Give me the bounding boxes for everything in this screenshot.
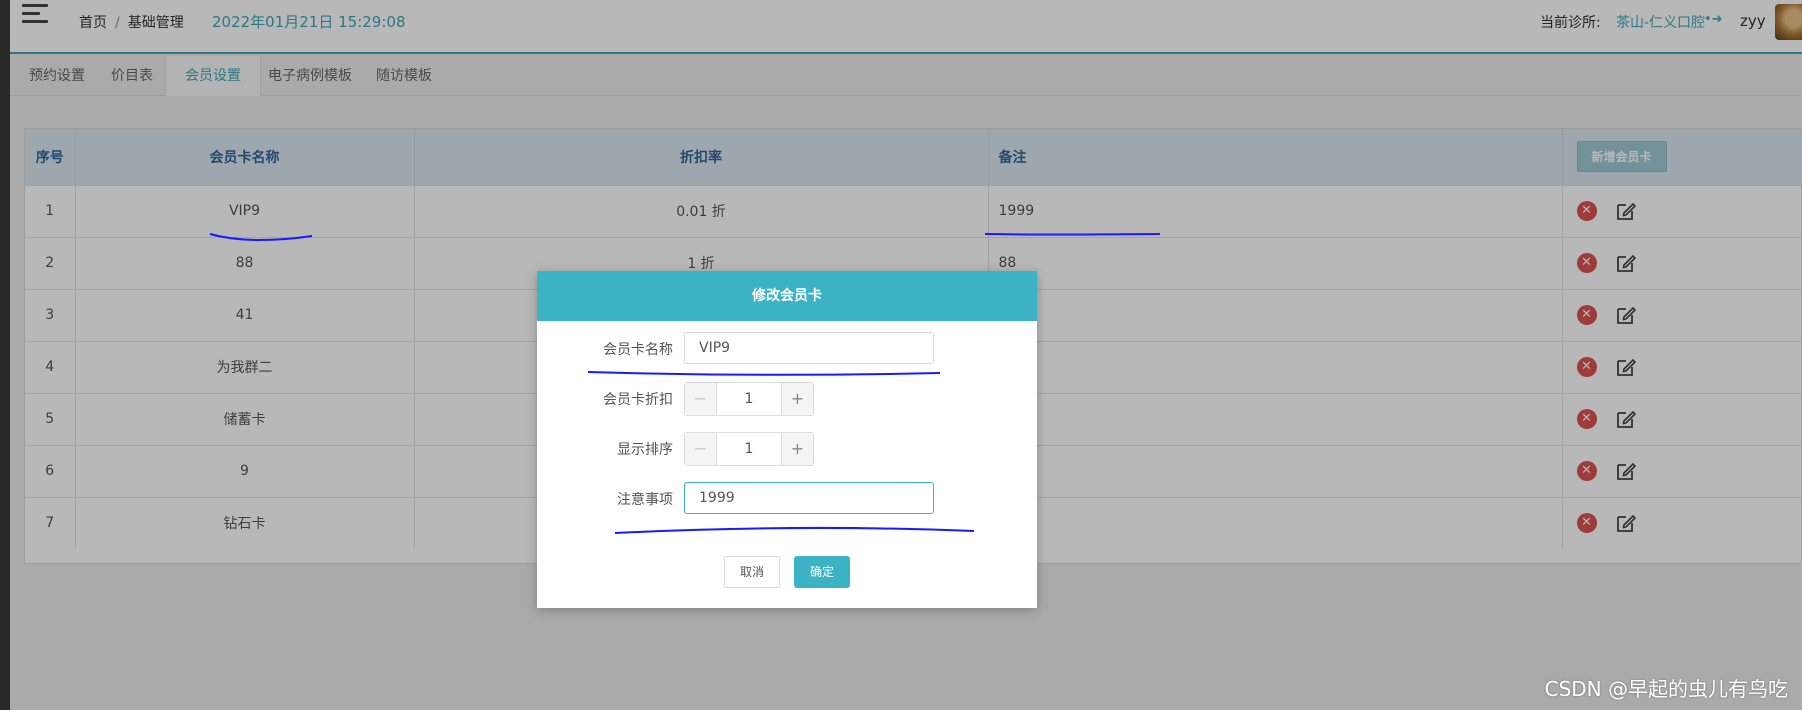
display-order-label: 显示排序 bbox=[617, 442, 673, 458]
confirm-button[interactable]: 确定 bbox=[794, 556, 850, 588]
form-row-display-order: 显示排序 − 1 + bbox=[537, 432, 1037, 466]
card-discount-label: 会员卡折扣 bbox=[603, 392, 673, 408]
discount-value[interactable]: 1 bbox=[717, 383, 781, 415]
notes-input[interactable] bbox=[684, 482, 934, 514]
discount-decrement-button[interactable]: − bbox=[685, 383, 717, 415]
order-value[interactable]: 1 bbox=[717, 433, 781, 465]
csdn-watermark: CSDN @早起的虫儿有鸟吃 bbox=[1544, 677, 1788, 701]
discount-stepper[interactable]: − 1 + bbox=[684, 382, 814, 416]
card-name-input[interactable] bbox=[684, 332, 934, 364]
form-row-notes: 注意事项 bbox=[537, 482, 1037, 516]
discount-increment-button[interactable]: + bbox=[781, 383, 813, 415]
dialog-title: 修改会员卡 bbox=[537, 271, 1037, 321]
card-name-label: 会员卡名称 bbox=[603, 342, 673, 358]
edit-member-card-dialog: 修改会员卡 会员卡名称 会员卡折扣 − 1 + 显示排序 − 1 + 注意事项 … bbox=[537, 271, 1037, 608]
notes-label: 注意事项 bbox=[617, 492, 673, 508]
cancel-button[interactable]: 取消 bbox=[724, 556, 780, 588]
form-row-card-name: 会员卡名称 bbox=[537, 332, 1037, 366]
form-row-card-discount: 会员卡折扣 − 1 + bbox=[537, 382, 1037, 416]
order-decrement-button[interactable]: − bbox=[685, 433, 717, 465]
order-stepper[interactable]: − 1 + bbox=[684, 432, 814, 466]
order-increment-button[interactable]: + bbox=[781, 433, 813, 465]
